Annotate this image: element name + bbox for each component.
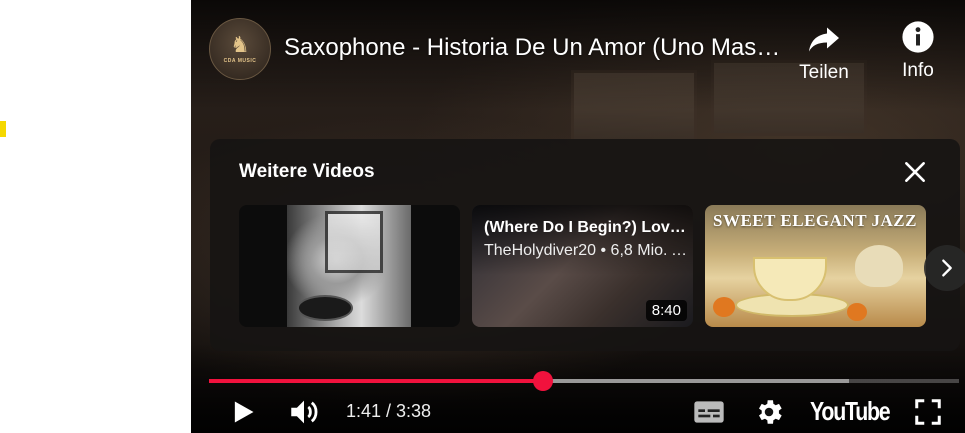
fullscreen-button[interactable]: [913, 390, 943, 433]
subtitles-button[interactable]: [693, 390, 725, 433]
close-icon: [905, 162, 925, 182]
thumbnail-window: [325, 211, 383, 273]
teapot-image: [855, 245, 903, 287]
volume-icon: [291, 400, 318, 423]
chevron-right-icon: [942, 259, 952, 277]
fullscreen-icon: [915, 398, 941, 425]
video-thumbnail-1[interactable]: [239, 205, 460, 327]
time-display: 1:41 / 3:38: [346, 401, 432, 421]
channel-avatar-text: CDA MUSIC: [223, 58, 257, 64]
video-thumbnail-2[interactable]: (Where Do I Begin?) Love Story TheHolydi…: [472, 205, 693, 327]
progress-played: [209, 379, 543, 383]
info-label: Info: [902, 60, 934, 81]
more-videos-panel: Weitere Videos (Where Do I Begin?) Love …: [210, 139, 965, 351]
control-bar: 1:41 / 3:38 YouTube: [191, 390, 965, 433]
orange-image: [713, 297, 735, 317]
subtitles-icon: [694, 400, 724, 423]
volume-button[interactable]: [287, 390, 321, 433]
close-button[interactable]: [902, 159, 928, 185]
more-videos-heading: Weitere Videos: [239, 161, 375, 182]
play-button[interactable]: [229, 390, 257, 433]
video-thumbnail-3[interactable]: SWEET ELEGANT JAZZ: [705, 205, 926, 327]
thumbnail-shade: [472, 205, 693, 275]
channel-avatar[interactable]: ♞ CDA MUSIC: [209, 18, 271, 80]
video-title[interactable]: Saxophone - Historia De Un Amor (Uno Mas…: [284, 34, 784, 62]
share-icon: [809, 27, 839, 52]
settings-button[interactable]: [753, 390, 785, 433]
progress-scrubber-handle[interactable]: [532, 371, 553, 391]
saxophone-logo-icon: ♞: [230, 32, 250, 57]
play-icon: [234, 401, 254, 422]
video-card-title: (Where Do I Begin?) Love Story: [484, 219, 689, 236]
info-button[interactable]: Info: [888, 20, 948, 90]
share-button[interactable]: Teilen: [789, 20, 859, 90]
thumbnail-overlay-text: SWEET ELEGANT JAZZ: [713, 211, 917, 230]
next-videos-button[interactable]: [924, 245, 965, 291]
record-player-image: [297, 295, 353, 321]
info-icon: [902, 21, 934, 53]
gear-icon: [759, 399, 782, 424]
yellow-marker: [0, 121, 6, 137]
youtube-logo[interactable]: YouTube: [810, 390, 891, 433]
video-player[interactable]: ♞ CDA MUSIC Saxophone - Historia De Un A…: [191, 0, 965, 433]
progress-bar[interactable]: [209, 371, 959, 391]
orange-image: [847, 303, 867, 321]
duration-badge: 8:40: [645, 300, 687, 321]
share-label: Teilen: [799, 62, 849, 83]
video-card-meta: TheHolydiver20 • 6,8 Mio. Aufrufe: [484, 242, 689, 259]
